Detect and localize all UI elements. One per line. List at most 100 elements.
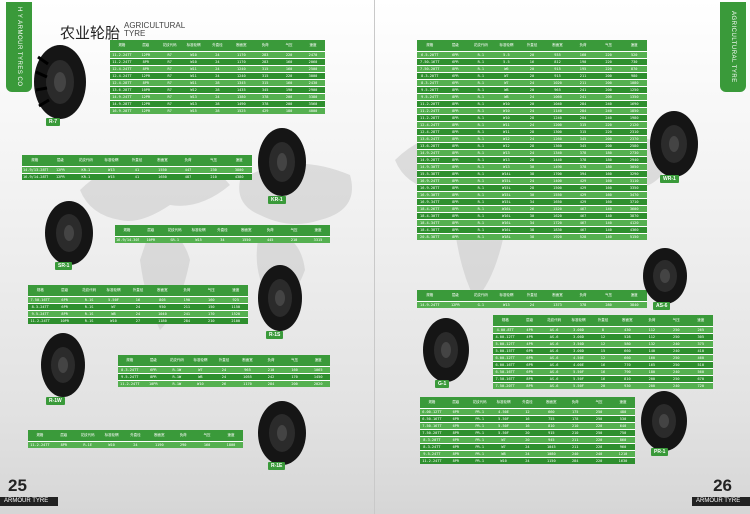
table-cell: 8PR bbox=[442, 211, 469, 219]
table-cell: 8PR bbox=[442, 197, 469, 205]
table-cell: 28 bbox=[205, 85, 230, 93]
table-cell: 211 bbox=[570, 71, 596, 79]
table-cell: R-1W bbox=[165, 372, 189, 380]
table-cell: R-1 bbox=[468, 50, 494, 58]
table-cell: 250 bbox=[664, 360, 689, 368]
table-cell: 8PR bbox=[517, 381, 542, 389]
table-cell: 6PR bbox=[443, 435, 468, 443]
table-cell: 3050 bbox=[621, 162, 647, 170]
column-header: 断面宽 bbox=[149, 155, 176, 166]
table-cell: 4120 bbox=[621, 218, 647, 226]
page-number-left: 25 bbox=[8, 476, 27, 495]
column-header: 断面宽 bbox=[544, 40, 571, 51]
table-cell: R-1 bbox=[468, 85, 494, 93]
table-cell: 429 bbox=[253, 106, 278, 114]
table-cell: 410 bbox=[688, 346, 713, 354]
table-cell: 160 bbox=[595, 197, 622, 205]
table-row: 7.50-16TT 6PR R-1 5.5 16 812 190 220 730 bbox=[417, 57, 647, 65]
table-cell: W15L bbox=[493, 197, 520, 205]
table-cell: 240 bbox=[664, 346, 689, 354]
table-cell: 240 bbox=[664, 367, 689, 375]
table-cell: 1080 bbox=[539, 449, 564, 457]
table-cell: R-1 bbox=[468, 127, 494, 135]
table-cell: PR-1 bbox=[467, 414, 492, 422]
table-cell: 1550 bbox=[149, 165, 176, 173]
column-header: 气压 bbox=[282, 225, 306, 236]
table-cell: 8.3-20TT bbox=[417, 71, 443, 79]
column-header: 标准轮辋 bbox=[493, 40, 520, 51]
column-header: 气压 bbox=[199, 285, 224, 296]
column-header: 标准轮辋 bbox=[566, 315, 591, 326]
table-cell: 14.9-28TT bbox=[110, 99, 134, 107]
table-cell: W13 bbox=[493, 148, 520, 156]
table-cell: 770 bbox=[615, 360, 640, 368]
table-cell: W10 bbox=[99, 440, 124, 448]
table-cell: 870 bbox=[621, 64, 647, 72]
table-cell: 2370 bbox=[621, 134, 647, 142]
table-cell: 6PR bbox=[442, 71, 469, 79]
table-cell: W13 bbox=[181, 99, 206, 107]
column-header: 花纹代码 bbox=[541, 315, 567, 326]
table-cell: R-1 bbox=[468, 176, 494, 184]
tyre-image-sr1 bbox=[45, 201, 93, 265]
table-cell: KR-1 bbox=[73, 172, 99, 180]
table-cell: 430 bbox=[615, 325, 640, 333]
table-cell: 1080 bbox=[621, 78, 647, 86]
table-cell: 5.50F bbox=[566, 374, 591, 382]
table-cell: 8PR bbox=[442, 85, 469, 93]
table-cell: 3870 bbox=[621, 211, 647, 219]
table-cell: 3290 bbox=[621, 169, 647, 177]
table-cell: 6PR bbox=[517, 353, 542, 361]
column-header: 规格 bbox=[420, 397, 444, 408]
table-cell: 24 bbox=[125, 302, 151, 310]
left-side-tab: H Y ARMOUR TYRES CO bbox=[6, 2, 32, 92]
right-page: AGRICULTURAL TYRE 规格 层级 花纹代码 标准轮辋 外直径 断面宽 负荷 气压… bbox=[375, 0, 750, 514]
table-cell: 8PR bbox=[442, 169, 469, 177]
table-cell: 315 bbox=[253, 71, 278, 79]
column-header: 负荷 bbox=[563, 397, 588, 408]
table-cell: W10 bbox=[188, 379, 213, 387]
table-cell: 580 bbox=[615, 339, 640, 347]
table-cell: 2500 bbox=[301, 64, 325, 72]
table-cell: W15L bbox=[493, 183, 520, 191]
table-cell: 480 bbox=[611, 407, 635, 415]
table-cell: 2020 bbox=[306, 379, 330, 387]
table-cell: W8 bbox=[493, 92, 520, 100]
table-cell: W7 bbox=[491, 442, 516, 450]
column-header: 断面宽 bbox=[615, 315, 640, 326]
table-header-row: 规格 层级 花纹代码 标准轮辋 外直径 断面宽 负荷 气压 速度 bbox=[110, 40, 325, 51]
table-header-row: 规格 层级 花纹代码 标准轮辋 外直径 断面宽 负荷 气压 速度 bbox=[28, 285, 248, 296]
table-row: 16.9-24TT 8PR R-1 W15L 24 1400 429 160 3110 bbox=[417, 176, 647, 184]
table-cell: 1440 bbox=[544, 155, 571, 163]
table-cell: AS-6 bbox=[541, 374, 567, 382]
column-header: 气压 bbox=[595, 40, 622, 51]
table-cell: 11.2-24TT bbox=[118, 379, 142, 387]
table-cell: 7.50-16TT bbox=[28, 295, 53, 303]
table-cell: 220 bbox=[595, 127, 622, 135]
column-header: 断面宽 bbox=[539, 397, 564, 408]
table-cell: 810 bbox=[539, 421, 564, 429]
table-cell: 345 bbox=[253, 85, 278, 93]
table-cell: R-1 bbox=[468, 113, 494, 121]
table-cell: 8PR bbox=[442, 162, 469, 170]
right-side-tab: AGRICULTURAL TYRE bbox=[720, 2, 746, 92]
table-cell: 1055 bbox=[235, 372, 260, 380]
table-cell: 965 bbox=[235, 365, 260, 373]
table-cell: 16 bbox=[590, 360, 616, 368]
column-header: 断面宽 bbox=[150, 285, 175, 296]
table-row: 6.50-16TT 6PR PR-1 5.50F 16 755 178 250 530 bbox=[420, 414, 635, 422]
table-cell: 1490 bbox=[544, 162, 571, 170]
table-cell: 284 bbox=[570, 113, 596, 121]
table-cell: W11 bbox=[181, 64, 206, 72]
column-header: 层级 bbox=[442, 40, 469, 51]
table-cell: 1525 bbox=[229, 106, 254, 114]
table-cell: 30 bbox=[519, 162, 545, 170]
table-cell: 170 bbox=[199, 309, 224, 317]
table-cell: 12PR bbox=[133, 71, 158, 79]
table-cell: 2940 bbox=[621, 155, 647, 163]
table-cell: 4380 bbox=[226, 172, 252, 180]
table-cell: 250 bbox=[664, 332, 689, 340]
table-cell: 12.4-24TT bbox=[110, 64, 134, 72]
table-cell: 18.4-26TT bbox=[417, 204, 443, 212]
table-row: 6.50-16TT 6PR AS-6 5.50F 16 790 180 240 560 bbox=[493, 367, 713, 375]
